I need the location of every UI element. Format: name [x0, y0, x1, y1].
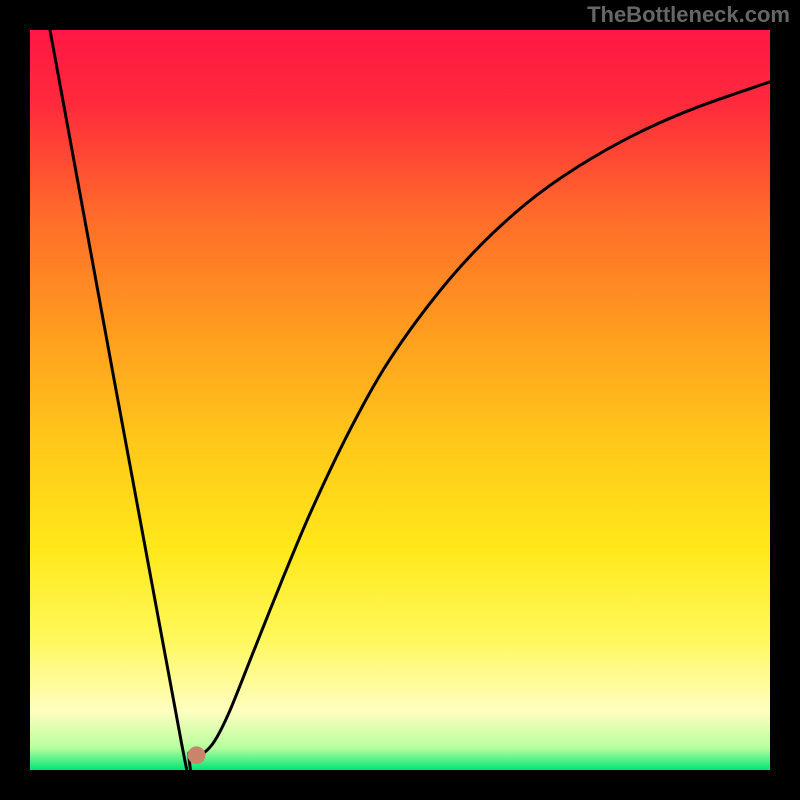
gradient-background [30, 30, 770, 770]
marker-dot [188, 746, 206, 764]
chart-svg [30, 30, 770, 770]
chart-container: TheBottleneck.com [0, 0, 800, 800]
watermark-text: TheBottleneck.com [587, 2, 790, 28]
plot-area [30, 30, 770, 770]
